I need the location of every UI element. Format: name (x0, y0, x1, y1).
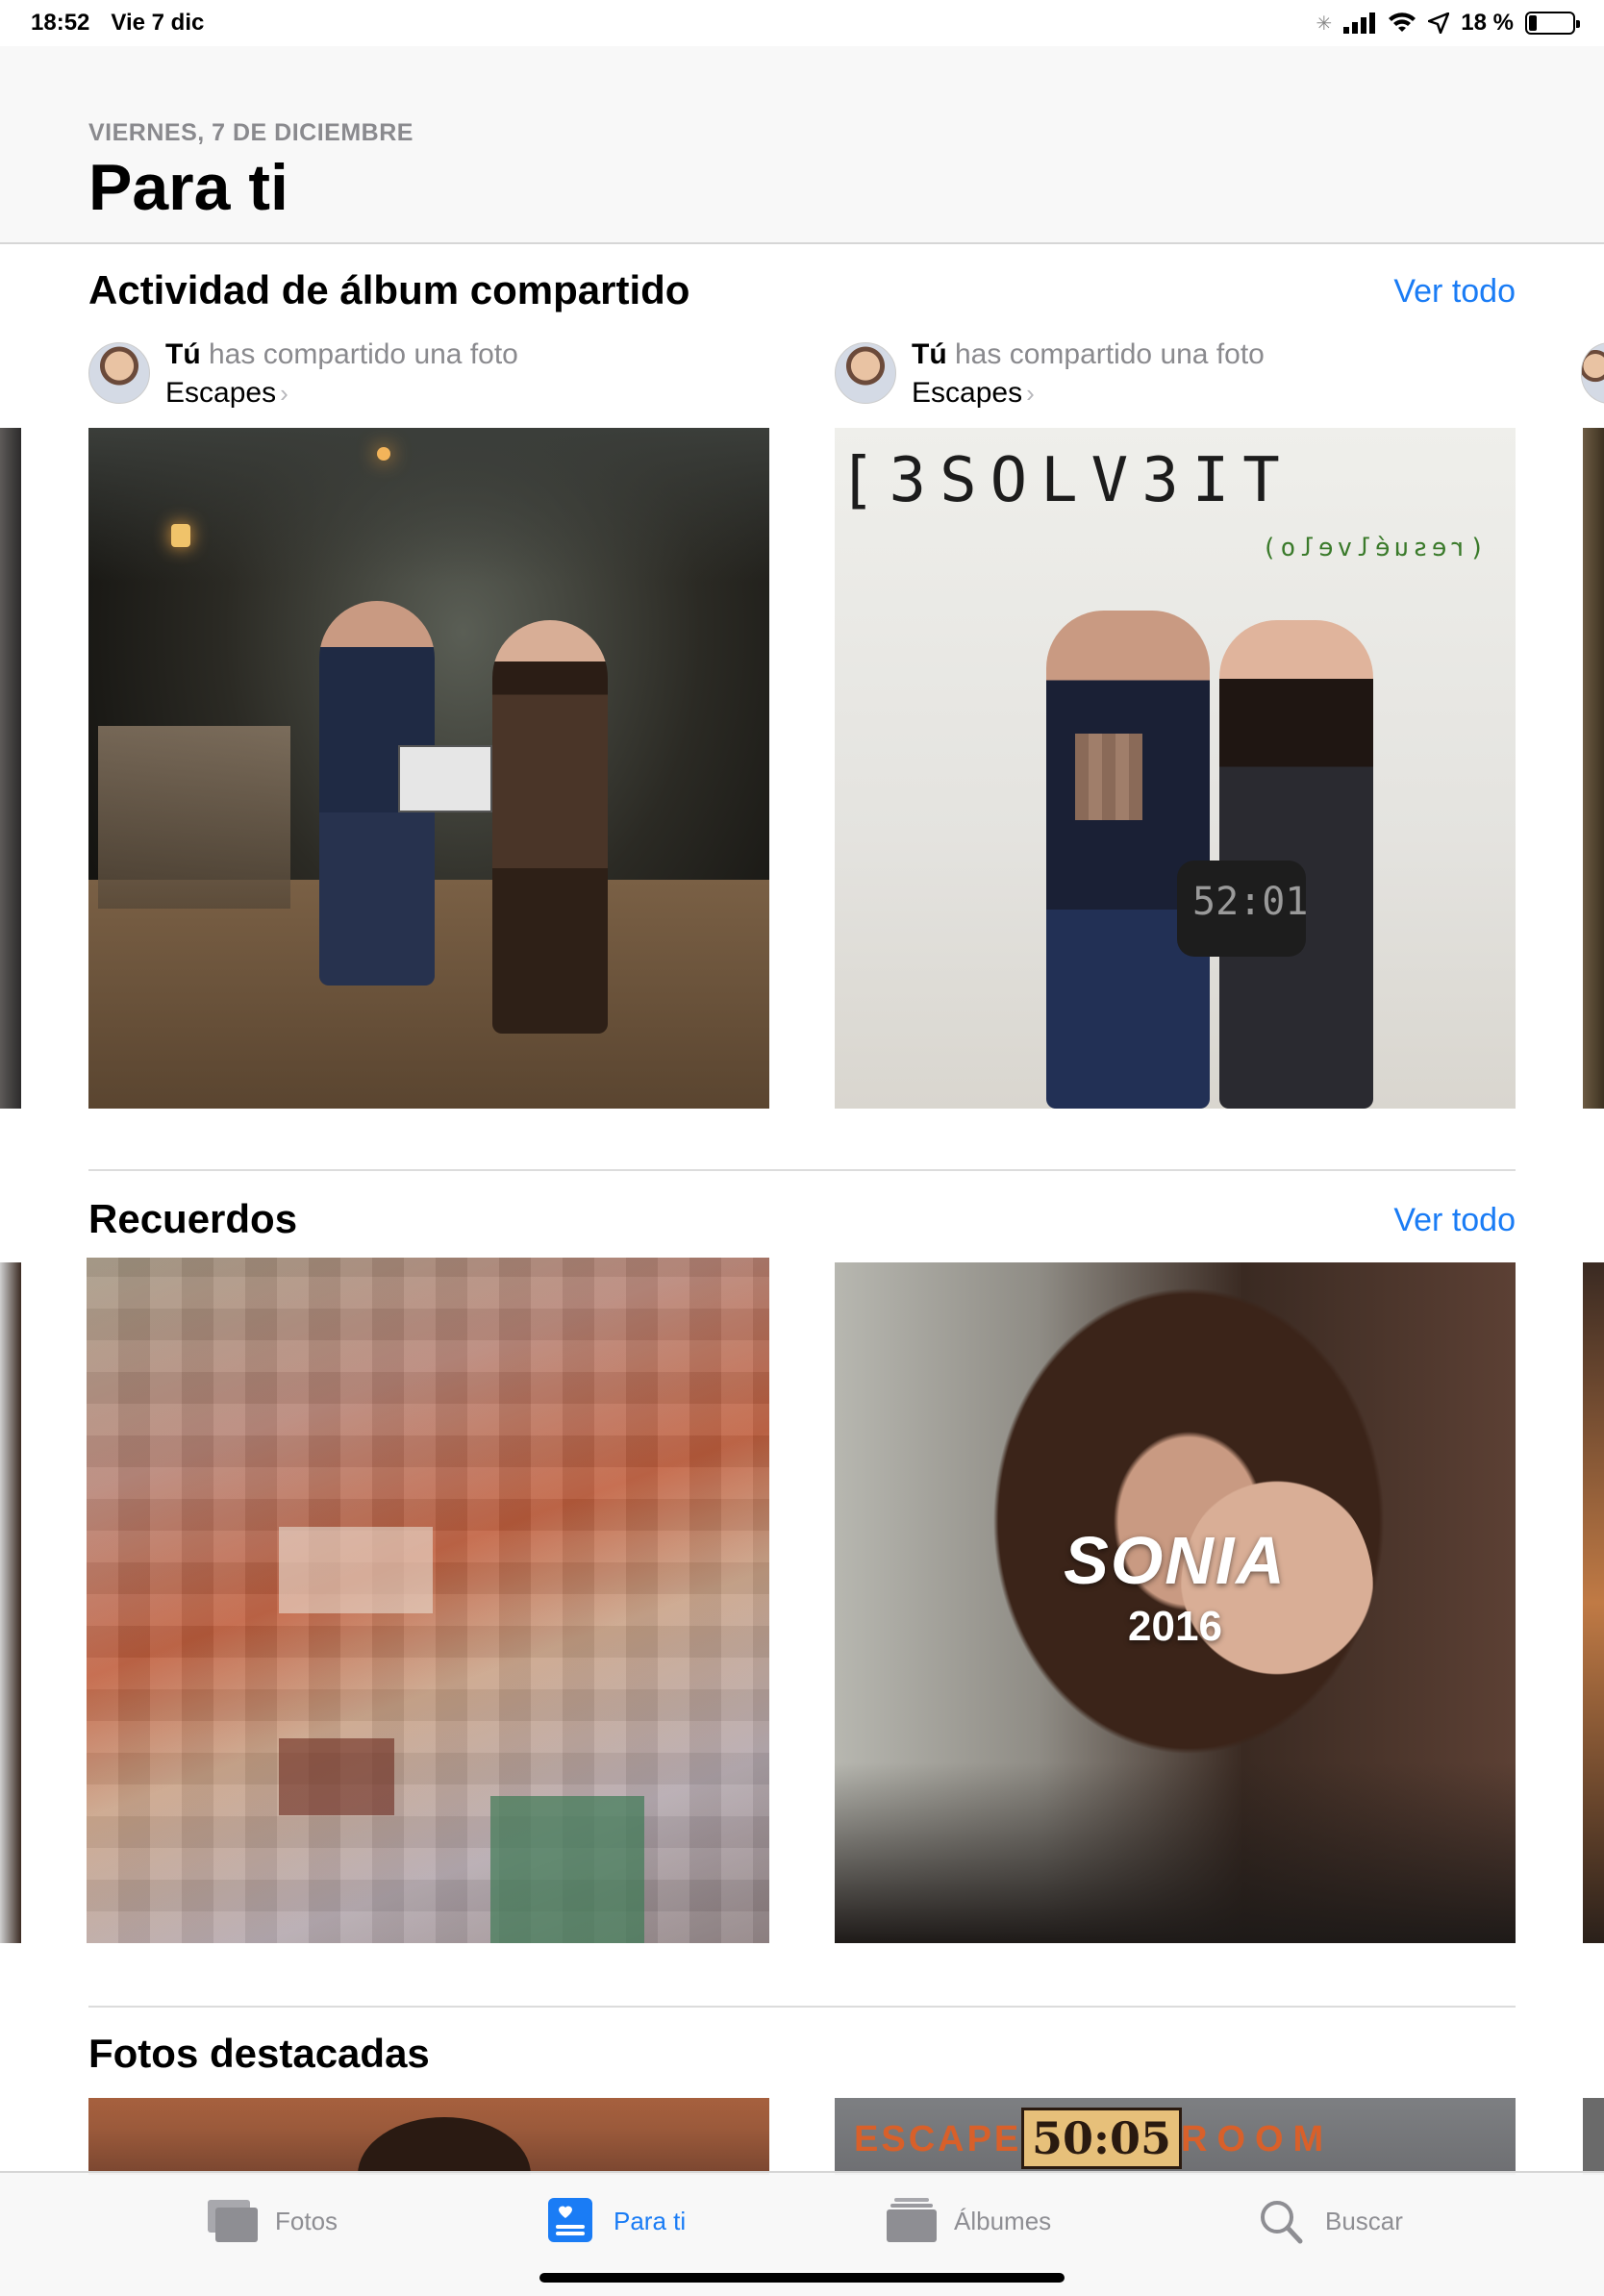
tab-label: Álbumes (954, 2206, 1052, 2235)
avatar (88, 342, 150, 404)
previous-activity-photo[interactable] (0, 428, 21, 1109)
activity-card-1[interactable]: Tú has compartido una foto Escapes › (88, 338, 769, 427)
for-you-icon (548, 2198, 592, 2242)
cellular-signal-icon (1343, 12, 1376, 34)
page-title: Para ti (88, 151, 288, 224)
shared-photo-escape-room-1[interactable] (88, 428, 769, 1109)
photos-icon (208, 2200, 258, 2242)
memory-card-sonia[interactable]: SONIA 2016 (835, 1262, 1516, 1943)
featured-photo-2[interactable]: ESCAPE 50:05 ROOM (835, 2098, 1516, 2175)
photo-sign-text: [3SOLV3IT (839, 445, 1293, 516)
tab-for-you[interactable]: Para ti (544, 2198, 686, 2244)
next-activity-avatar (1581, 342, 1604, 404)
tab-label: Fotos (275, 2206, 338, 2235)
memories-see-all-button[interactable]: Ver todo (1393, 1202, 1516, 1239)
tab-label: Buscar (1325, 2206, 1403, 2235)
section-divider (88, 2006, 1516, 2008)
page-header: VIERNES, 7 DE DICIEMBRE Para ti (0, 46, 1604, 244)
activity-description: Tú has compartido una foto (165, 338, 518, 370)
status-bar: 18:52 Vie 7 dic ✳ 18 % (0, 0, 1604, 46)
avatar (835, 342, 896, 404)
activity-album-link[interactable]: Escapes › (165, 377, 288, 410)
memory-year: 2016 (1128, 1603, 1222, 1650)
photo-sign-subtext: (resuélvelo) (1258, 534, 1485, 562)
section-divider (88, 1169, 1516, 1171)
featured-photo-1[interactable] (88, 2098, 769, 2175)
tab-albums[interactable]: Álbumes (885, 2198, 1051, 2244)
shared-activity-see-all-button[interactable]: Ver todo (1393, 273, 1516, 311)
next-activity-photo[interactable] (1583, 428, 1604, 1109)
previous-memory[interactable] (0, 1262, 21, 1943)
chevron-right-icon: › (1026, 379, 1035, 408)
header-date: VIERNES, 7 DE DICIEMBRE (88, 119, 414, 146)
next-featured-photo[interactable] (1583, 2098, 1604, 2175)
activity-spinner-icon: ✳ (1316, 12, 1333, 35)
activity-album-link[interactable]: Escapes › (912, 377, 1035, 410)
featured-sign-escape: ESCAPE (854, 2119, 1022, 2159)
activity-card-2[interactable]: Tú has compartido una foto Escapes › (835, 338, 1516, 427)
featured-sign-room: ROOM (1181, 2119, 1334, 2159)
battery-icon (1525, 12, 1580, 35)
shared-photo-escape-room-2[interactable]: [3SOLV3IT (resuélvelo) 52:01 (835, 428, 1516, 1109)
status-time: 18:52 (31, 10, 90, 36)
memories-title: Recuerdos (88, 1196, 298, 1241)
activity-description: Tú has compartido una foto (912, 338, 1265, 370)
featured-sign-timer: 50:05 (1021, 2108, 1183, 2169)
battery-percent: 18 % (1461, 10, 1514, 36)
location-arrow-icon (1428, 12, 1450, 34)
chevron-right-icon: › (280, 379, 288, 408)
photo-board-text: 52:01 (1192, 880, 1309, 924)
shared-activity-title: Actividad de álbum compartido (88, 267, 690, 312)
search-icon (1261, 2201, 1303, 2244)
memory-card-1[interactable] (87, 1258, 769, 1943)
tab-photos[interactable]: Fotos (206, 2198, 338, 2244)
home-indicator[interactable] (539, 2273, 1065, 2283)
tab-search[interactable]: Buscar (1256, 2198, 1403, 2244)
featured-photos-title: Fotos destacadas (88, 2031, 430, 2076)
memory-title: SONIA (1064, 1523, 1287, 1598)
wifi-icon (1389, 12, 1416, 32)
albums-icon (887, 2198, 937, 2242)
status-date: Vie 7 dic (111, 10, 205, 36)
next-memory[interactable] (1583, 1262, 1604, 1943)
tab-label: Para ti (614, 2206, 687, 2235)
